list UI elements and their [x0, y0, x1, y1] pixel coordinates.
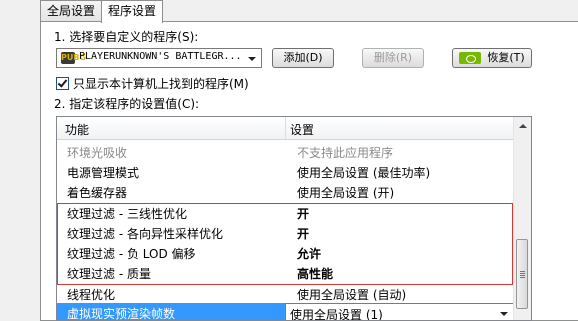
grid-row-selected[interactable]: 虚拟现实预渲染帧数 使用全局设置 (1): [57, 303, 515, 321]
setting-dropdown[interactable]: 使用全局设置 (1): [285, 303, 515, 321]
grid-header: 功能 设置: [57, 117, 515, 140]
grid-row[interactable]: 线程优化 使用全局设置 (自动): [57, 284, 515, 304]
scroll-up-arrow-icon[interactable]: [519, 124, 527, 128]
column-header-feature[interactable]: 功能: [65, 121, 89, 138]
restore-button[interactable]: 恢复(T): [452, 48, 532, 68]
setting-cell: 不支持此应用程序: [297, 146, 394, 160]
column-header-setting[interactable]: 设置: [290, 121, 314, 138]
vertical-scrollbar[interactable]: [513, 117, 531, 320]
remove-button[interactable]: 删除(R): [362, 48, 424, 68]
feature-cell: 线程优化: [67, 288, 116, 302]
grip-line: [520, 271, 525, 272]
setting-cell: 使用全局设置 (最佳功率): [297, 166, 431, 180]
feature-cell: 虚拟现实预渲染帧数: [67, 307, 176, 321]
column-separator[interactable]: [285, 117, 286, 139]
chevron-down-icon: [248, 57, 256, 61]
tab-strip: 全局设置 程序设置: [40, 0, 164, 23]
highlight-box: [57, 203, 513, 285]
grid-row[interactable]: 电源管理模式 使用全局设置 (最佳功率): [57, 162, 515, 182]
show-found-programs-checkbox[interactable]: [56, 77, 69, 90]
grip-line: [520, 273, 525, 274]
setting-dropdown-value: 使用全局设置 (1): [290, 308, 383, 321]
program-select[interactable]: PUBG PLAYERUNKNOWN'S BATTLEGR...: [56, 48, 262, 68]
checkmark-icon: [57, 77, 68, 88]
grid-row[interactable]: 着色缓存器 使用全局设置 (开): [57, 182, 515, 202]
tab-program-settings[interactable]: 程序设置: [101, 0, 164, 23]
restore-button-label: 恢复(T): [487, 51, 525, 64]
grid-row[interactable]: 环境光吸收 不支持此应用程序: [57, 142, 515, 162]
feature-cell: 环境光吸收: [67, 146, 128, 160]
grip-line: [520, 277, 525, 278]
tab-global-settings[interactable]: 全局设置: [40, 0, 103, 22]
chevron-down-icon: [500, 312, 508, 316]
show-found-programs-label: 只显示本计算机上找到的程序(M): [73, 77, 249, 91]
show-found-programs-row[interactable]: 只显示本计算机上找到的程序(M): [56, 75, 249, 92]
step1-label: 1. 选择要自定义的程序(S):: [54, 30, 199, 44]
setting-cell: 使用全局设置 (自动): [297, 288, 407, 302]
nvidia-icon: [459, 52, 482, 64]
settings-grid: 功能 设置 环境光吸收 不支持此应用程序 电源管理模式 使用全局设置 (最佳功率…: [56, 116, 532, 321]
feature-cell: 电源管理模式: [67, 166, 140, 180]
feature-cell: 着色缓存器: [67, 186, 128, 200]
setting-cell: 使用全局设置 (开): [297, 186, 395, 200]
program-icon: PUBG: [61, 52, 87, 64]
grip-line: [520, 275, 525, 276]
add-button[interactable]: 添加(D): [272, 48, 334, 68]
scrollbar-thumb[interactable]: [516, 239, 528, 309]
program-select-value: PLAYERUNKNOWN'S BATTLEGR...: [79, 51, 242, 62]
step2-label: 2. 指定该程序的设置值(C):: [54, 97, 200, 111]
